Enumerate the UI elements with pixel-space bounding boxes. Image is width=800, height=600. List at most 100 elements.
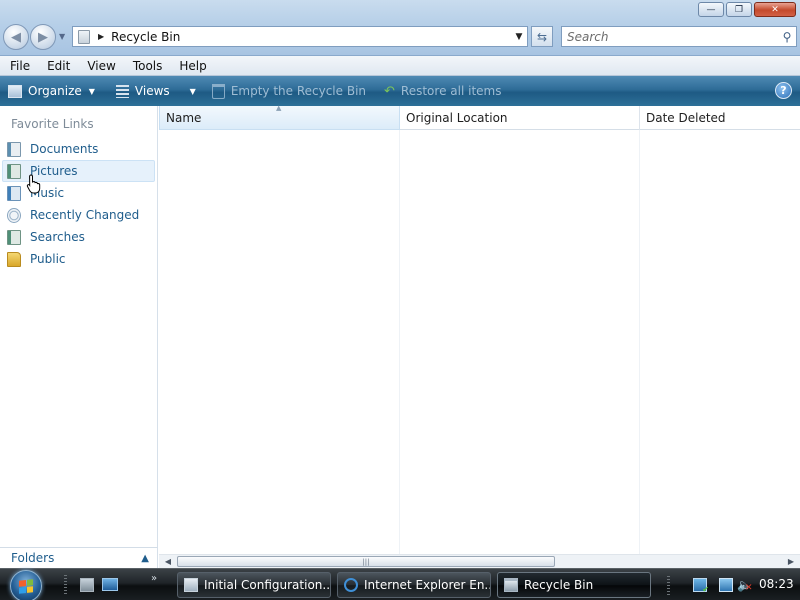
window-controls: — ❐ ✕ <box>698 2 796 17</box>
arrow-left-icon: ◀ <box>11 29 21 45</box>
grip-icon: ||| <box>362 557 370 566</box>
nav-link-label: Documents <box>30 142 99 156</box>
empty-recycle-bin-button[interactable]: Empty the Recycle Bin <box>211 76 367 106</box>
menu-file[interactable]: File <box>0 59 37 73</box>
clock[interactable]: 08:23 <box>759 577 794 591</box>
recycle-bin-icon <box>211 83 225 99</box>
column-header-date-deleted[interactable]: Date Deleted <box>640 106 800 130</box>
favorite-links-list: Documents Pictures Music Recently Change… <box>0 138 158 270</box>
search-icon[interactable]: ⚲ <box>778 30 796 44</box>
maximize-button[interactable]: ❐ <box>726 2 752 17</box>
pictures-icon <box>7 163 21 179</box>
taskbar-item-recycle-bin[interactable]: Recycle Bin <box>497 572 651 598</box>
organize-button[interactable]: Organize ▼ <box>8 76 95 106</box>
taskbar-item-label: Recycle Bin <box>524 578 594 592</box>
show-desktop-icon[interactable] <box>80 578 94 592</box>
recent-pages-dropdown[interactable]: ▼ <box>59 32 65 41</box>
column-header-row: ▲ Name Original Location Date Deleted <box>159 104 800 130</box>
restore-all-label: Restore all items <box>400 84 502 98</box>
chevron-down-icon: ▼ <box>88 86 95 96</box>
nav-link-music[interactable]: Music <box>0 182 158 204</box>
nav-link-label: Recently Changed <box>30 208 140 222</box>
menu-edit[interactable]: Edit <box>37 59 77 73</box>
restore-icon: ↶ <box>384 83 395 99</box>
nav-link-documents[interactable]: Documents <box>0 138 158 160</box>
searches-icon <box>7 229 21 245</box>
address-location[interactable]: Recycle Bin <box>111 30 511 44</box>
restore-all-button[interactable]: ↶ Restore all items <box>384 76 501 106</box>
nav-link-label: Public <box>30 252 66 266</box>
column-header-label: Original Location <box>406 111 508 125</box>
forward-button[interactable]: ▶ <box>30 24 56 50</box>
scroll-left-icon[interactable]: ◀ <box>162 556 174 568</box>
search-input[interactable] <box>562 28 778 45</box>
views-icon <box>115 84 129 98</box>
taskbar: » Initial Configuration... Internet Expl… <box>0 568 800 600</box>
organize-label: Organize <box>28 84 82 98</box>
navigation-pane: Favorite Links Documents Pictures Music … <box>0 106 158 547</box>
address-bar[interactable]: ▶ Recycle Bin ▼ <box>72 26 528 47</box>
menu-help[interactable]: Help <box>169 59 213 73</box>
search-box[interactable]: ⚲ <box>561 26 797 47</box>
menu-bar: File Edit View Tools Help <box>0 56 800 76</box>
taskbar-item-label: Initial Configuration... <box>204 578 330 592</box>
ie-icon <box>344 578 358 592</box>
empty-recycle-bin-label: Empty the Recycle Bin <box>230 84 367 98</box>
scroll-right-icon[interactable]: ▶ <box>785 556 797 568</box>
help-icon[interactable]: ? <box>775 82 792 99</box>
nav-link-searches[interactable]: Searches <box>0 226 158 248</box>
close-button[interactable]: ✕ <box>754 2 796 17</box>
recycle-bin-icon <box>78 29 90 44</box>
column-header-original-location[interactable]: Original Location <box>400 106 640 130</box>
column-header-label: Date Deleted <box>646 111 726 125</box>
start-button[interactable] <box>10 570 42 600</box>
tray-grip <box>667 576 670 596</box>
views-button[interactable]: Views ▼ <box>115 76 196 106</box>
sort-ascending-icon: ▲ <box>276 104 282 112</box>
arrow-right-icon: ▶ <box>38 29 48 45</box>
taskbar-item-internet-explorer[interactable]: Internet Explorer En... <box>337 572 491 598</box>
menu-tools[interactable]: Tools <box>123 59 170 73</box>
windows-logo-icon <box>19 578 33 594</box>
file-list[interactable]: ▲ Name Original Location Date Deleted <box>159 104 800 554</box>
column-divider <box>639 130 640 554</box>
chevron-more-icon[interactable]: » <box>151 573 157 584</box>
volume-muted-icon[interactable]: 🔈 ✕ <box>737 578 753 593</box>
back-button[interactable]: ◀ <box>3 24 29 50</box>
chevron-up-icon[interactable]: ▲ <box>141 553 149 564</box>
folders-label: Folders <box>11 551 55 565</box>
windows-update-icon[interactable] <box>693 578 709 594</box>
config-icon <box>184 578 198 592</box>
favorite-links-heading: Favorite Links <box>11 117 94 131</box>
network-icon[interactable] <box>719 578 733 592</box>
quick-launch-grip[interactable] <box>64 575 67 596</box>
column-divider <box>399 130 400 554</box>
organize-icon <box>8 84 22 98</box>
column-header-name[interactable]: ▲ Name <box>159 104 400 130</box>
command-bar: Organize ▼ Views ▼ Empty the Recycle Bin… <box>0 76 800 106</box>
hand-cursor-icon <box>26 174 41 194</box>
column-header-label: Name <box>166 110 202 125</box>
title-bar: — ❐ ✕ ◀ ▶ ▼ ▶ Recycle Bin ▼ ⇆ ⚲ <box>0 0 800 56</box>
music-icon <box>7 185 21 201</box>
nav-link-public[interactable]: Public <box>0 248 158 270</box>
documents-icon <box>7 141 21 157</box>
switch-windows-icon[interactable] <box>102 578 118 591</box>
chevron-down-icon[interactable]: ▼ <box>190 87 196 96</box>
nav-link-pictures[interactable]: Pictures <box>2 160 155 182</box>
folders-toggle[interactable]: Folders ▲ <box>0 547 158 568</box>
menu-view[interactable]: View <box>77 59 122 73</box>
address-dropdown-icon[interactable]: ▼ <box>511 32 527 42</box>
taskbar-item-initial-configuration[interactable]: Initial Configuration... <box>177 572 331 598</box>
recently-changed-icon <box>7 207 21 223</box>
minimize-button[interactable]: — <box>698 2 724 17</box>
nav-link-recently-changed[interactable]: Recently Changed <box>0 204 158 226</box>
horizontal-scrollbar[interactable]: ◀ ||| ▶ <box>159 554 800 568</box>
scrollbar-thumb[interactable]: ||| <box>177 556 555 567</box>
nav-link-label: Searches <box>30 230 85 244</box>
breadcrumb-arrow-icon[interactable]: ▶ <box>98 32 104 41</box>
refresh-icon: ⇆ <box>536 29 548 44</box>
public-folder-icon <box>7 251 21 267</box>
refresh-button[interactable]: ⇆ <box>531 26 553 47</box>
taskbar-item-label: Internet Explorer En... <box>364 578 490 592</box>
